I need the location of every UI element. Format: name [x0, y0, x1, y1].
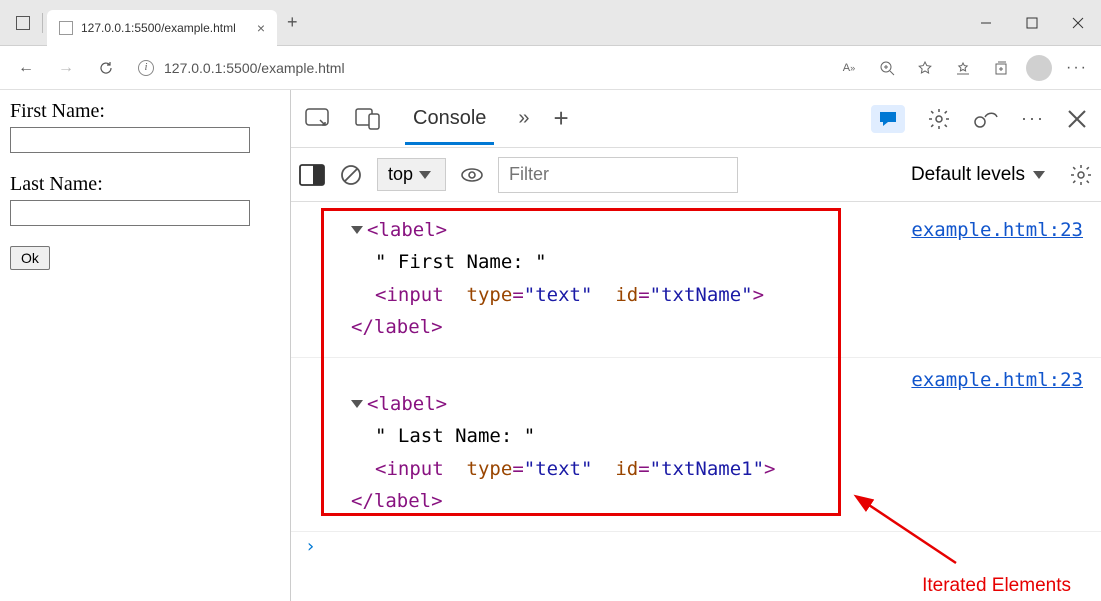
id-val: "txtName1"	[650, 458, 764, 480]
divider	[42, 13, 43, 33]
chevron-down-icon	[419, 171, 431, 179]
input-close: >	[764, 458, 775, 480]
type-val: "text"	[524, 284, 593, 306]
clear-console-icon[interactable]	[339, 163, 363, 187]
type-attr: type	[467, 284, 513, 306]
source-link[interactable]: example.html:23	[911, 364, 1083, 396]
close-window-button[interactable]	[1055, 0, 1101, 46]
profile-avatar[interactable]	[1023, 52, 1055, 84]
expand-toggle-icon[interactable]	[351, 400, 363, 408]
minimize-button[interactable]	[963, 0, 1009, 46]
expand-toggle-icon[interactable]	[351, 226, 363, 234]
file-icon	[59, 21, 73, 35]
levels-label: Default levels	[911, 164, 1025, 186]
id-attr: id	[615, 458, 638, 480]
favorites-icon[interactable]	[909, 52, 941, 84]
console-log-entry[interactable]: example.html:23 <label> " Last Name: " <…	[291, 358, 1101, 532]
first-name-input[interactable]	[10, 127, 250, 153]
last-name-label: Last Name:	[10, 173, 280, 196]
filter-input[interactable]	[498, 157, 738, 193]
ok-button[interactable]: Ok	[10, 246, 50, 270]
console-log-entry[interactable]: example.html:23 <label> " First Name: " …	[291, 208, 1101, 358]
url-text: 127.0.0.1:5500/example.html	[164, 60, 345, 76]
text-node: " Last Name: "	[375, 425, 535, 447]
tab-actions-icon[interactable]	[16, 16, 30, 30]
id-val: "txtName"	[650, 284, 753, 306]
tab-title: 127.0.0.1:5500/example.html	[81, 21, 236, 35]
maximize-button[interactable]	[1009, 0, 1055, 46]
site-info-icon[interactable]: i	[138, 60, 154, 76]
annotation-label: Iterated Elements	[922, 575, 1071, 597]
favorites-bar-icon[interactable]	[947, 52, 979, 84]
console-settings-icon[interactable]	[1069, 163, 1093, 187]
first-name-label: First Name:	[10, 100, 280, 123]
read-aloud-icon[interactable]: A»	[833, 52, 865, 84]
feedback-icon[interactable]	[871, 105, 905, 133]
url-input[interactable]: i 127.0.0.1:5500/example.html	[128, 52, 829, 84]
window-titlebar: 127.0.0.1:5500/example.html × +	[0, 0, 1101, 46]
input-tag: <input	[375, 284, 444, 306]
type-val: "text"	[524, 458, 593, 480]
source-link[interactable]: example.html:23	[911, 214, 1083, 246]
refresh-button[interactable]	[88, 50, 124, 86]
live-expression-icon[interactable]	[460, 165, 484, 185]
device-toggle-icon[interactable]	[355, 108, 381, 130]
page-body: First Name: Last Name: Ok	[0, 90, 290, 601]
collections-icon[interactable]	[985, 52, 1017, 84]
window-controls	[963, 0, 1101, 46]
tabs-area: 127.0.0.1:5500/example.html × +	[0, 0, 963, 45]
new-tab-button[interactable]: +	[277, 12, 308, 33]
menu-button[interactable]: ···	[1061, 52, 1093, 84]
inspect-icon[interactable]	[305, 108, 331, 130]
devtools-panel: Console » + ···	[290, 90, 1101, 601]
input-close: >	[753, 284, 764, 306]
activity-icon[interactable]	[973, 108, 999, 130]
content-area: First Name: Last Name: Ok Console » +	[0, 90, 1101, 601]
address-bar: ← → i 127.0.0.1:5500/example.html A» ···	[0, 46, 1101, 90]
new-tab-icon[interactable]: +	[554, 103, 569, 134]
console-tab[interactable]: Console	[405, 93, 494, 144]
type-attr: type	[467, 458, 513, 480]
label-close-tag: </label>	[351, 490, 443, 512]
more-options-icon[interactable]: ···	[1021, 108, 1045, 129]
execution-context-selector[interactable]: top	[377, 158, 446, 191]
last-name-input[interactable]	[10, 200, 250, 226]
close-tab-icon[interactable]: ×	[257, 20, 265, 36]
id-attr: id	[615, 284, 638, 306]
browser-tab[interactable]: 127.0.0.1:5500/example.html ×	[47, 10, 277, 46]
console-prompt[interactable]: ›	[291, 532, 1101, 561]
more-tabs-icon[interactable]: »	[518, 107, 529, 130]
console-output: example.html:23 <label> " First Name: " …	[291, 202, 1101, 601]
label-open-tag: <label>	[367, 393, 447, 415]
settings-icon[interactable]	[927, 107, 951, 131]
chevron-down-icon	[1033, 171, 1045, 179]
zoom-icon[interactable]	[871, 52, 903, 84]
scope-label: top	[388, 164, 413, 185]
label-close-tag: </label>	[351, 316, 443, 338]
input-tag: <input	[375, 458, 444, 480]
log-levels-selector[interactable]: Default levels	[911, 164, 1049, 186]
console-toolbar: top Default levels	[291, 148, 1101, 202]
text-node: " First Name: "	[375, 251, 547, 273]
devtools-header: Console » + ···	[291, 90, 1101, 148]
close-devtools-icon[interactable]	[1067, 109, 1087, 129]
label-open-tag: <label>	[367, 219, 447, 241]
browser-toolbar: A» ···	[833, 52, 1093, 84]
toggle-sidebar-icon[interactable]	[299, 164, 325, 186]
back-button[interactable]: ←	[8, 50, 44, 86]
forward-button: →	[48, 50, 84, 86]
arrow-icon	[846, 493, 966, 573]
